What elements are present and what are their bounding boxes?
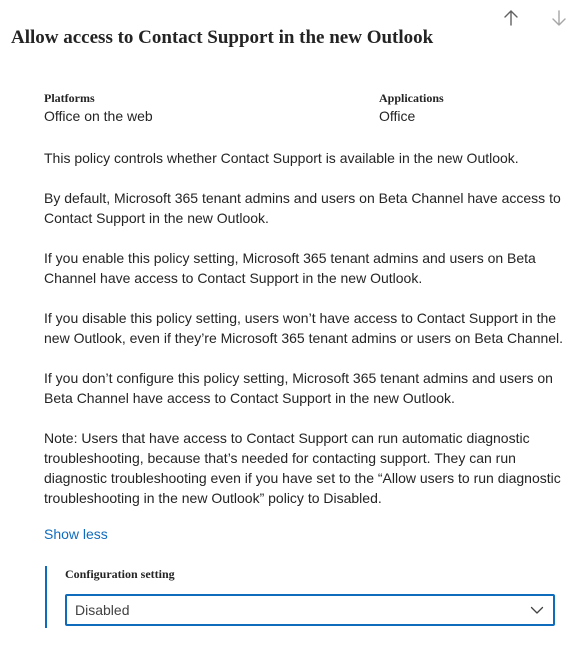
description-paragraph: If you don’t configure this policy setti… — [44, 370, 553, 406]
show-less-link[interactable]: Show less — [44, 524, 108, 544]
policy-details: Platforms Office on the web Applications… — [44, 90, 564, 544]
page-title: Allow access to Contact Support in the n… — [11, 27, 434, 48]
description-paragraph: Note: Users that have access to Contact … — [44, 430, 561, 506]
applications-label: Applications — [379, 91, 444, 105]
configuration-setting: Configuration setting Disabled — [45, 566, 557, 628]
description-paragraph: If you enable this policy setting, Micro… — [44, 250, 536, 286]
policy-meta: Platforms Office on the web Applications… — [44, 90, 564, 126]
description-paragraph: By default, Microsoft 365 tenant admins … — [44, 190, 561, 226]
description-paragraph: This policy controls whether Contact Sup… — [44, 150, 519, 166]
applications-value: Office — [379, 108, 416, 124]
platforms-label: Platforms — [44, 91, 95, 105]
arrow-down-icon — [552, 10, 566, 26]
configuration-setting-value: Disabled — [75, 602, 130, 618]
arrow-up-icon — [504, 10, 518, 26]
description-paragraph: If you disable this policy setting, user… — [44, 310, 564, 346]
chevron-down-icon — [530, 606, 544, 614]
policy-description: This policy controls whether Contact Sup… — [44, 148, 564, 508]
navigation-arrows — [498, 6, 572, 30]
previous-policy-button[interactable] — [498, 6, 524, 30]
applications-section: Applications Office — [379, 90, 444, 126]
platforms-value: Office on the web — [44, 108, 153, 124]
configuration-setting-dropdown[interactable]: Disabled — [65, 594, 555, 626]
next-policy-button[interactable] — [546, 6, 572, 30]
platforms-section: Platforms Office on the web — [44, 90, 379, 126]
configuration-setting-label: Configuration setting — [65, 567, 175, 581]
